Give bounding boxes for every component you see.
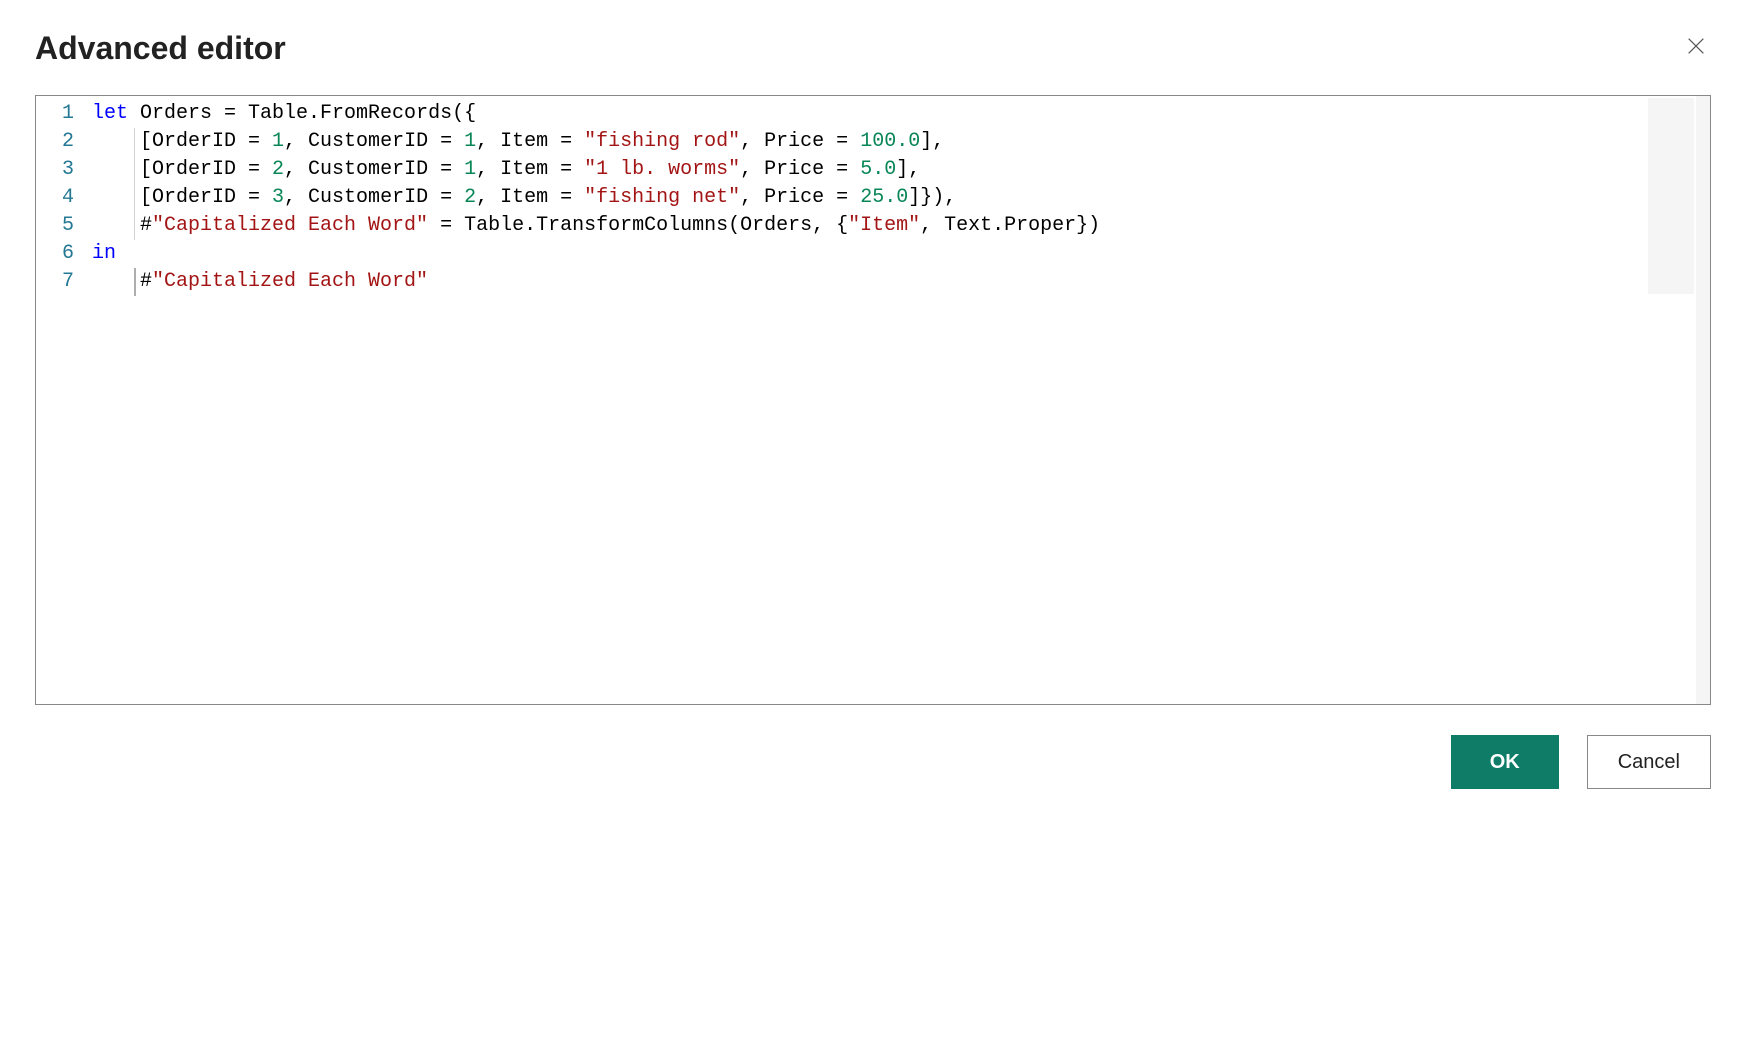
code-token: in xyxy=(92,242,116,265)
code-token: "1 lb. worms" xyxy=(584,158,740,181)
line-number: 3 xyxy=(36,156,74,184)
code-token: 1 xyxy=(464,158,476,181)
code-token: , Item = xyxy=(476,158,584,181)
scrollbar-track[interactable] xyxy=(1696,96,1710,704)
code-line[interactable]: [OrderID = 1, CustomerID = 1, Item = "fi… xyxy=(92,128,1710,156)
line-number: 5 xyxy=(36,212,74,240)
code-token: [OrderID = xyxy=(92,186,272,209)
code-token: "fishing rod" xyxy=(584,130,740,153)
dialog-title: Advanced editor xyxy=(35,30,286,67)
line-number-gutter: 1234567 xyxy=(36,100,92,704)
code-line[interactable]: in xyxy=(92,240,1710,268)
text-cursor xyxy=(134,268,136,296)
scrollbar-thumb[interactable] xyxy=(1697,96,1709,704)
code-token: "Capitalized Each Word" xyxy=(152,270,428,293)
code-token: , CustomerID = xyxy=(284,130,464,153)
code-line[interactable]: #"Capitalized Each Word" xyxy=(92,268,1710,296)
code-token: , Item = xyxy=(476,186,584,209)
line-number: 1 xyxy=(36,100,74,128)
code-token: "Capitalized Each Word" xyxy=(152,214,428,237)
code-token: 25.0 xyxy=(860,186,908,209)
code-line[interactable]: [OrderID = 3, CustomerID = 2, Item = "fi… xyxy=(92,184,1710,212)
code-token: , CustomerID = xyxy=(284,186,464,209)
code-token: ]}), xyxy=(908,186,956,209)
code-token: [OrderID = xyxy=(92,130,272,153)
code-token: 100.0 xyxy=(860,130,920,153)
code-token: , Text.Proper}) xyxy=(920,214,1100,237)
code-line[interactable]: [OrderID = 2, CustomerID = 1, Item = "1 … xyxy=(92,156,1710,184)
line-number: 6 xyxy=(36,240,74,268)
code-token: # xyxy=(92,214,152,237)
code-token: [OrderID = xyxy=(92,158,272,181)
code-token: Orders = Table.FromRecords({ xyxy=(128,102,476,125)
code-line[interactable]: #"Capitalized Each Word" = Table.Transfo… xyxy=(92,212,1710,240)
code-token: "Item" xyxy=(848,214,920,237)
code-token: 1 xyxy=(464,130,476,153)
code-token: 2 xyxy=(464,186,476,209)
ok-button[interactable]: OK xyxy=(1451,735,1559,789)
code-token: let xyxy=(92,102,128,125)
minimap[interactable] xyxy=(1648,98,1694,294)
dialog-header: Advanced editor xyxy=(35,30,1711,67)
close-button[interactable] xyxy=(1681,31,1711,66)
cancel-button[interactable]: Cancel xyxy=(1587,735,1711,789)
code-token: , Item = xyxy=(476,130,584,153)
line-number: 4 xyxy=(36,184,74,212)
code-token: 2 xyxy=(272,158,284,181)
close-icon xyxy=(1685,35,1707,62)
code-area[interactable]: let Orders = Table.FromRecords({ [OrderI… xyxy=(92,100,1710,704)
code-token: 1 xyxy=(272,130,284,153)
code-token: , Price = xyxy=(740,130,860,153)
code-token: ], xyxy=(920,130,944,153)
code-token: ], xyxy=(896,158,920,181)
code-token: 3 xyxy=(272,186,284,209)
code-token: 5.0 xyxy=(860,158,896,181)
code-token: , Price = xyxy=(740,186,860,209)
line-number: 7 xyxy=(36,268,74,296)
code-token: "fishing net" xyxy=(584,186,740,209)
code-token: , Price = xyxy=(740,158,860,181)
code-token: # xyxy=(92,270,152,293)
code-token: , CustomerID = xyxy=(284,158,464,181)
code-line[interactable]: let Orders = Table.FromRecords({ xyxy=(92,100,1710,128)
dialog-footer: OK Cancel xyxy=(35,735,1711,789)
code-editor[interactable]: 1234567 let Orders = Table.FromRecords({… xyxy=(35,95,1711,705)
line-number: 2 xyxy=(36,128,74,156)
code-token: = Table.TransformColumns(Orders, { xyxy=(428,214,848,237)
